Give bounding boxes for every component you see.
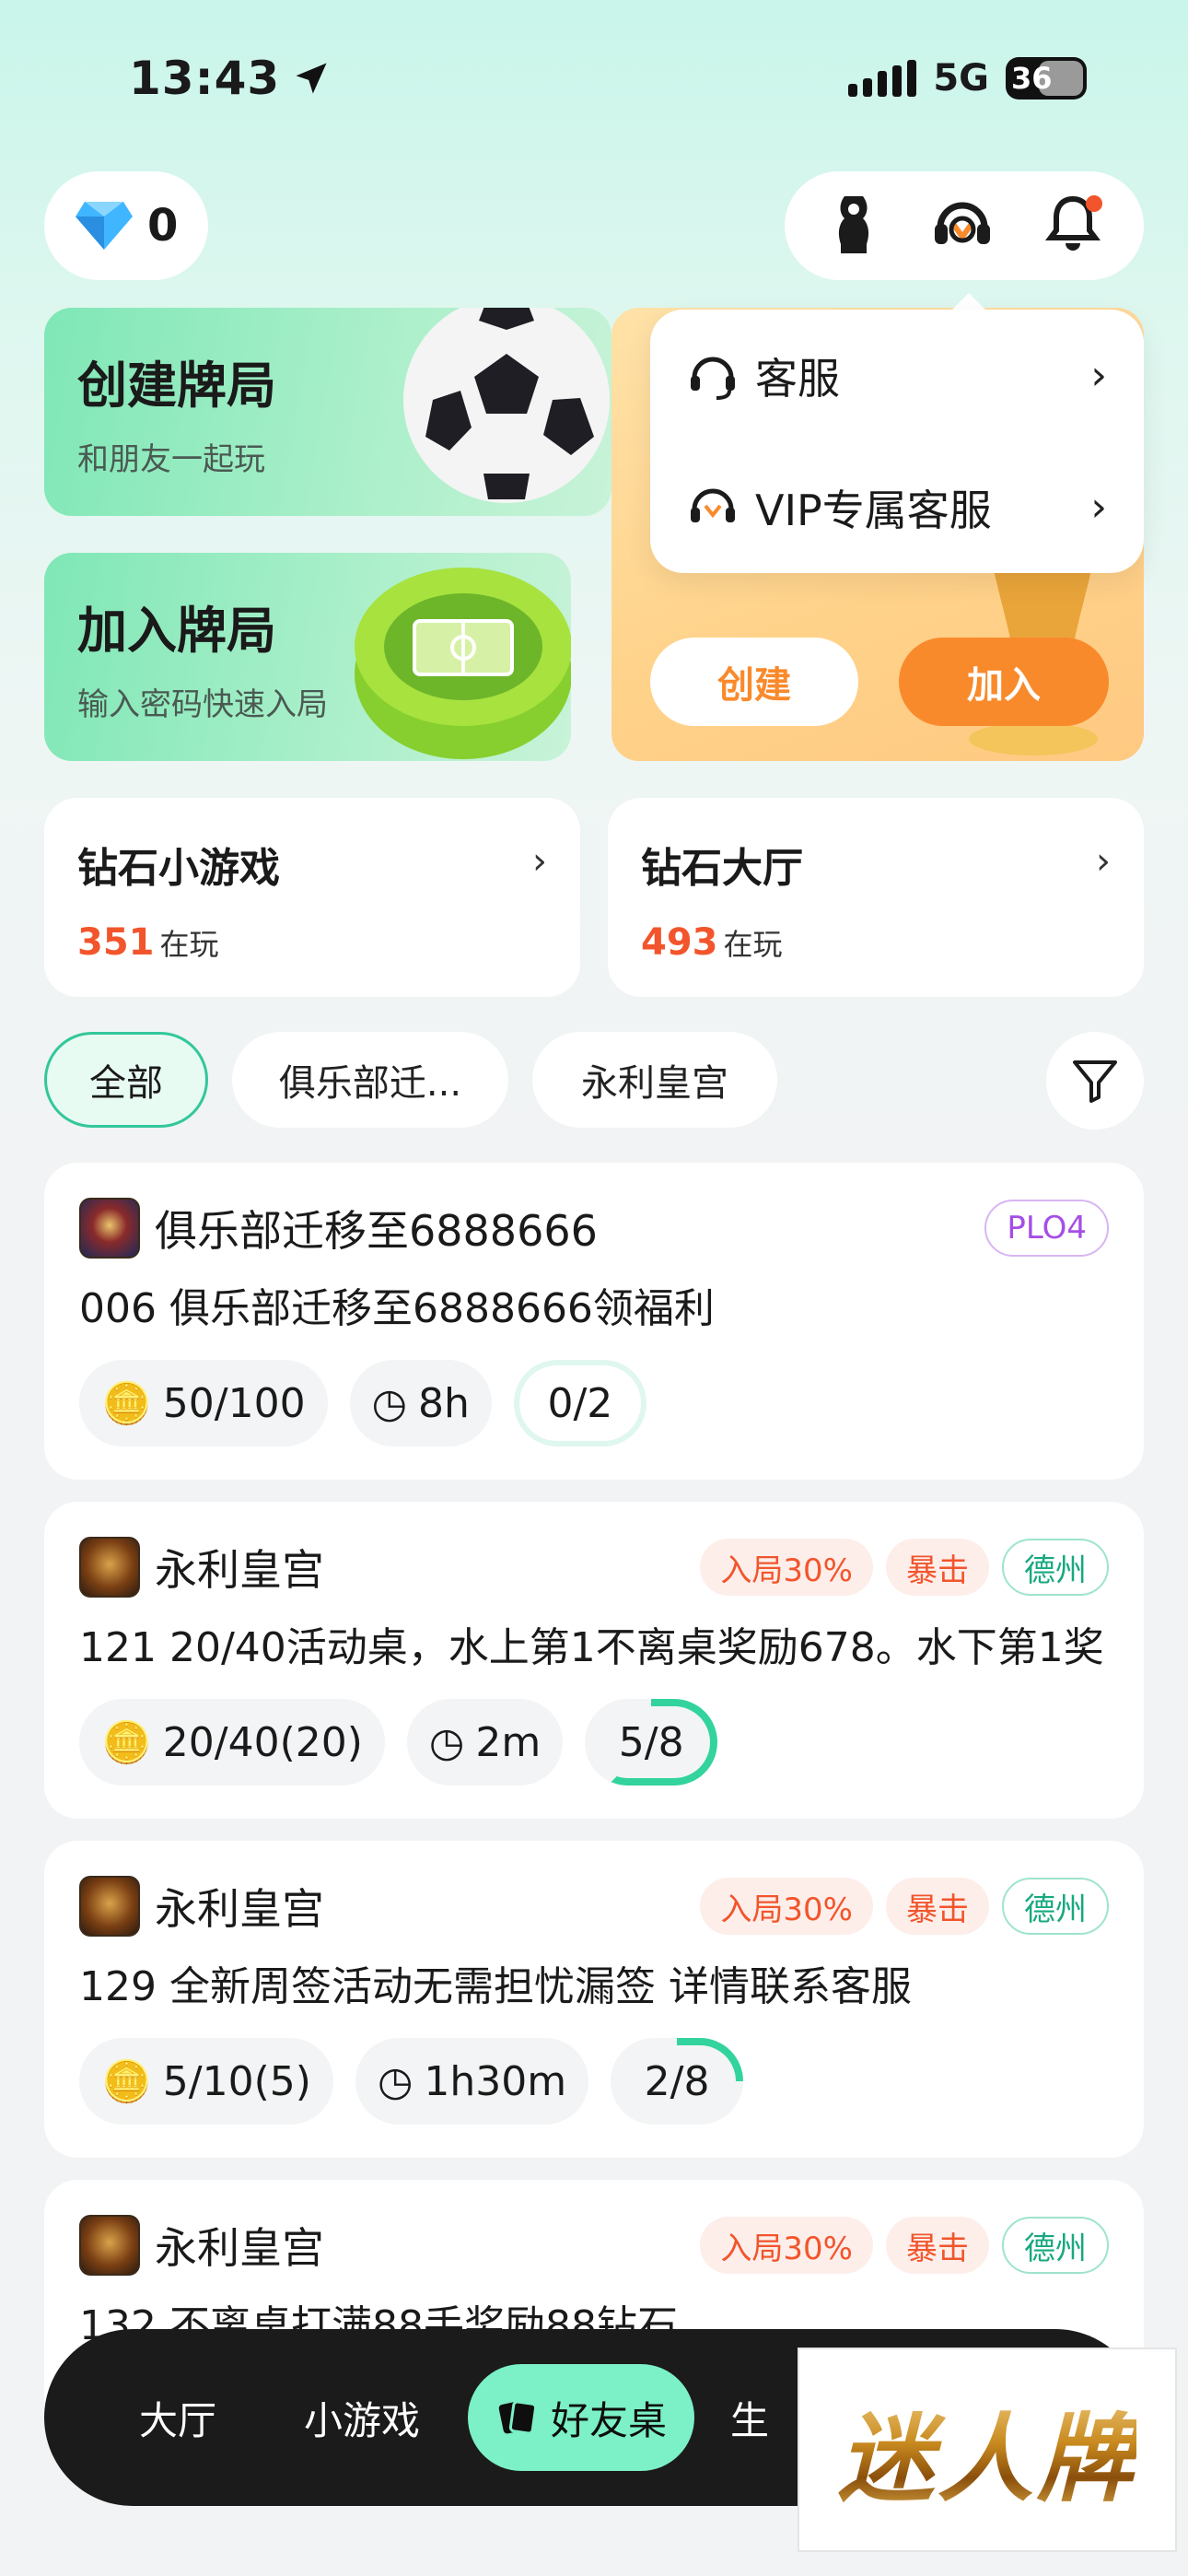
filter-button[interactable] (1046, 1032, 1144, 1130)
filter-icon (1073, 1060, 1117, 1103)
watermark-logo: 迷人牌 (798, 2348, 1177, 2552)
table-description: 006 俱乐部迁移至6888666领福利 (79, 1285, 715, 1332)
coins-icon: 🪙 (101, 2058, 152, 2105)
coins-icon: 🪙 (101, 1380, 152, 1427)
clock-icon: ◷ (371, 1379, 407, 1427)
time-chip: ◷ 8h (349, 1360, 492, 1446)
customer-service-icon[interactable] (929, 193, 996, 259)
table-card[interactable]: 永利皇宫 入局30% 暴击 德州 129 全新周签活动无需担忧漏签 详情联系客服… (44, 1841, 1144, 2158)
battery-level: 36 (1011, 61, 1053, 96)
promo-join-button[interactable]: 加入 (899, 638, 1109, 726)
club-logo (79, 2215, 140, 2276)
nav-minigames[interactable]: 小游戏 (256, 2390, 468, 2446)
club-logo (79, 1198, 140, 1259)
club-logo (79, 1537, 140, 1598)
watermark-text: 迷人牌 (838, 2381, 1136, 2520)
nav-friends-table[interactable]: 好友桌 (468, 2364, 695, 2471)
time-chip: ◷ 1h30m (355, 2038, 589, 2125)
clock-icon: ◷ (377, 2057, 413, 2105)
seats-count: 2/8 (644, 2057, 710, 2105)
nav-lobby[interactable]: 大厅 (99, 2390, 256, 2446)
club-name: 永利皇宫 (155, 1884, 324, 1934)
signal-icon (848, 60, 917, 97)
battery-icon: 36 (1006, 57, 1087, 100)
table-description: 121 20/40活动桌，水上第1不离桌奖励678。水下第1奖 (79, 1624, 1104, 1671)
create-game-banner[interactable]: 创建牌局 和朋友一起玩 (44, 308, 611, 516)
entry-rate-tag: 入局30% (700, 2217, 873, 2274)
diamond-lobby-card[interactable]: 钻石大厅 493 在玩 › (608, 798, 1144, 997)
nav-life[interactable]: 生 (694, 2390, 805, 2446)
game-card-title: 钻石大厅 (641, 845, 803, 892)
header-actions (785, 171, 1144, 280)
club-name: 俱乐部迁移至6888666 (155, 1206, 598, 1256)
diamond-count: 0 (147, 200, 179, 252)
club-name: 永利皇宫 (155, 1545, 324, 1595)
club-logo (79, 1876, 140, 1937)
seats-count: 5/8 (618, 1718, 684, 1766)
cards-icon (498, 2400, 538, 2435)
status-time: 13:43 (129, 52, 332, 105)
game-card-title: 钻石小游戏 (77, 845, 280, 892)
tab-wynn-palace[interactable]: 永利皇宫 (532, 1032, 777, 1128)
blinds-chip: 🪙 50/100 (79, 1360, 328, 1446)
tab-club[interactable]: 俱乐部迁... (232, 1032, 508, 1128)
table-card[interactable]: 永利皇宫 入局30% 暴击 德州 121 20/40活动桌，水上第1不离桌奖励6… (44, 1502, 1144, 1819)
tab-all[interactable]: 全部 (44, 1032, 208, 1128)
network-label: 5G (933, 57, 989, 100)
seats-progress: 5/8 (585, 1699, 718, 1786)
game-type-tag: 德州 (1002, 1539, 1109, 1596)
crit-tag: 暴击 (886, 2217, 989, 2274)
seats-count: 0/2 (547, 1379, 613, 1427)
dropdown-item-label: 客服 (755, 353, 840, 404)
stadium-icon (355, 568, 571, 759)
game-card-count: 351 在玩 (77, 921, 219, 964)
game-type-tag: 德州 (1002, 1878, 1109, 1935)
entry-rate-tag: 入局30% (700, 1539, 873, 1596)
crit-tag: 暴击 (886, 1539, 989, 1596)
game-type-tag: 德州 (1002, 2217, 1109, 2274)
dropdown-item-vip-service[interactable]: VIP专属客服 › (687, 441, 1107, 573)
dropdown-item-label: VIP专属客服 (755, 485, 992, 535)
headset-icon (691, 357, 735, 400)
chevron-right-icon: › (1090, 352, 1107, 399)
seats-progress: 0/2 (513, 1360, 646, 1446)
game-type-tag: PLO4 (984, 1200, 1109, 1257)
chevron-right-icon: › (1096, 840, 1111, 883)
seats-progress: 2/8 (611, 2038, 744, 2125)
dropdown-item-service[interactable]: 客服 › (687, 310, 1107, 441)
chevron-right-icon: › (1090, 484, 1107, 531)
notification-button[interactable] (1045, 193, 1102, 258)
club-name: 永利皇宫 (155, 2223, 324, 2273)
fifa-trophy-icon[interactable] (828, 193, 879, 259)
table-card[interactable]: 俱乐部迁移至6888666 PLO4 006 俱乐部迁移至6888666领福利 … (44, 1163, 1144, 1480)
promo-create-button[interactable]: 创建 (650, 638, 858, 726)
diamond-icon (76, 202, 133, 250)
soccer-ball-icon (403, 308, 610, 503)
chevron-right-icon: › (532, 840, 547, 883)
game-card-count: 493 在玩 (641, 921, 783, 964)
clock-text: 13:43 (129, 52, 281, 105)
table-description: 129 全新周签活动无需担忧漏签 详情联系客服 (79, 1963, 912, 2010)
vip-headset-icon (691, 488, 735, 522)
entry-rate-tag: 入局30% (700, 1878, 873, 1935)
clock-icon: ◷ (428, 1718, 465, 1766)
join-game-banner[interactable]: 加入牌局 输入密码快速入局 (44, 553, 571, 761)
blinds-chip: 🪙 20/40(20) (79, 1699, 385, 1786)
crit-tag: 暴击 (886, 1878, 989, 1935)
coins-icon: 🪙 (101, 1719, 152, 1766)
notification-dot (1086, 195, 1102, 212)
nav-label: 好友桌 (551, 2397, 668, 2443)
status-indicators: 5G 36 (848, 57, 1087, 100)
diamond-balance[interactable]: 0 (44, 171, 208, 280)
time-chip: ◷ 2m (406, 1699, 564, 1786)
blinds-chip: 🪙 5/10(5) (79, 2038, 333, 2125)
service-dropdown: 客服 › VIP专属客服 › (650, 310, 1144, 573)
location-arrow-icon (296, 63, 327, 94)
diamond-minigames-card[interactable]: 钻石小游戏 351 在玩 › (44, 798, 580, 997)
